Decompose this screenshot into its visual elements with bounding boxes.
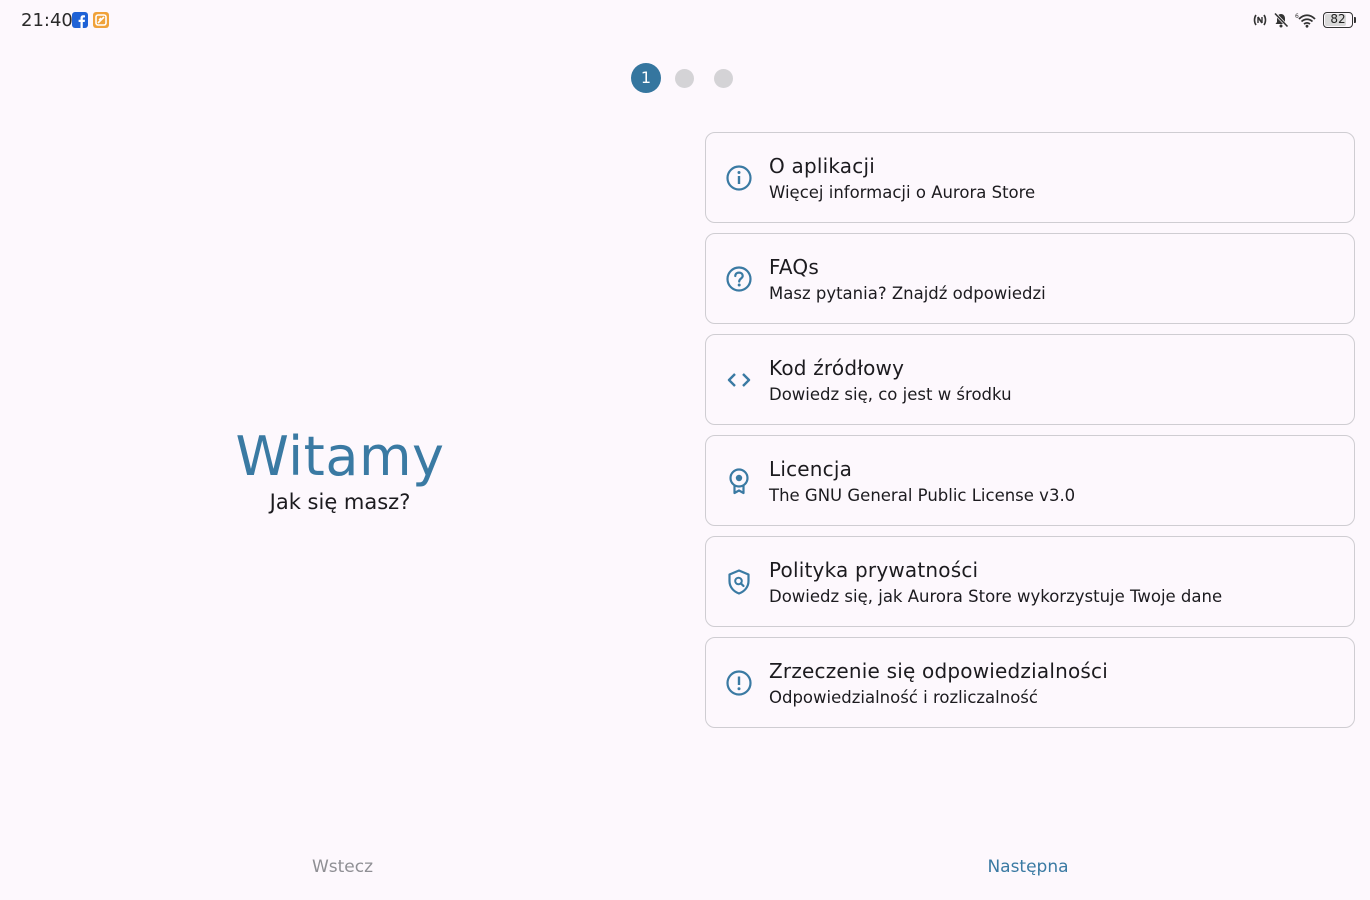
clock: 21:40: [21, 10, 73, 31]
card-source-code[interactable]: Kod źródłowy Dowiedz się, co jest w środ…: [705, 334, 1355, 425]
step-2: [675, 69, 694, 88]
card-title: O aplikacji: [769, 154, 875, 178]
step-3: [714, 69, 733, 88]
help-icon: [726, 266, 752, 292]
welcome-section: Witamy Jak się masz?: [140, 425, 540, 514]
license-icon: [729, 468, 749, 495]
notes-app-icon: [93, 12, 109, 28]
step-1-active: 1: [631, 63, 661, 93]
wifi-icon: 6: [1295, 13, 1316, 28]
card-disclaimer[interactable]: Zrzeczenie się odpowiedzialności Odpowie…: [705, 637, 1355, 728]
card-about[interactable]: O aplikacji Więcej informacji o Aurora S…: [705, 132, 1355, 223]
battery-icon: 82: [1323, 12, 1356, 28]
card-privacy-policy[interactable]: Polityka prywatności Dowiedz się, jak Au…: [705, 536, 1355, 627]
card-title: Licencja: [769, 457, 853, 481]
card-faqs[interactable]: FAQs Masz pytania? Znajdź odpowiedzi: [705, 233, 1355, 324]
status-icons: 6 82: [1253, 10, 1356, 30]
card-subtitle: Więcej informacji o Aurora Store: [769, 183, 1036, 202]
card-title: Kod źródłowy: [769, 356, 905, 380]
code-icon: [727, 373, 751, 387]
svg-text:6: 6: [1295, 13, 1299, 20]
card-subtitle: Dowiedz się, co jest w środku: [769, 385, 1012, 404]
card-title: FAQs: [769, 255, 819, 279]
card-title: Zrzeczenie się odpowiedzialności: [769, 659, 1108, 683]
nfc-icon: [1253, 14, 1267, 26]
card-title: Polityka prywatności: [769, 558, 979, 582]
privacy-shield-icon: [728, 569, 750, 595]
next-button[interactable]: Następna: [963, 854, 1093, 880]
card-subtitle: The GNU General Public License v3.0: [769, 486, 1076, 505]
card-subtitle: Odpowiedzialność i rozliczalność: [769, 688, 1038, 707]
facebook-icon: [72, 12, 88, 28]
card-license[interactable]: Licencja The GNU General Public License …: [705, 435, 1355, 526]
mute-icon: [1273, 12, 1289, 28]
battery-level: 82: [1330, 12, 1346, 26]
onboarding-stepper: 1: [0, 63, 1370, 93]
info-card-list: O aplikacji Więcej informacji o Aurora S…: [705, 132, 1355, 738]
back-button[interactable]: Wstecz: [280, 854, 405, 880]
card-subtitle: Dowiedz się, jak Aurora Store wykorzystu…: [769, 587, 1223, 606]
info-icon: [726, 165, 752, 191]
warning-icon: [726, 670, 752, 696]
welcome-title: Witamy: [235, 425, 445, 488]
welcome-subtitle: Jak się masz?: [269, 490, 411, 514]
status-bar: 21:40 6 82: [0, 0, 1370, 40]
card-subtitle: Masz pytania? Znajdź odpowiedzi: [769, 284, 1046, 303]
